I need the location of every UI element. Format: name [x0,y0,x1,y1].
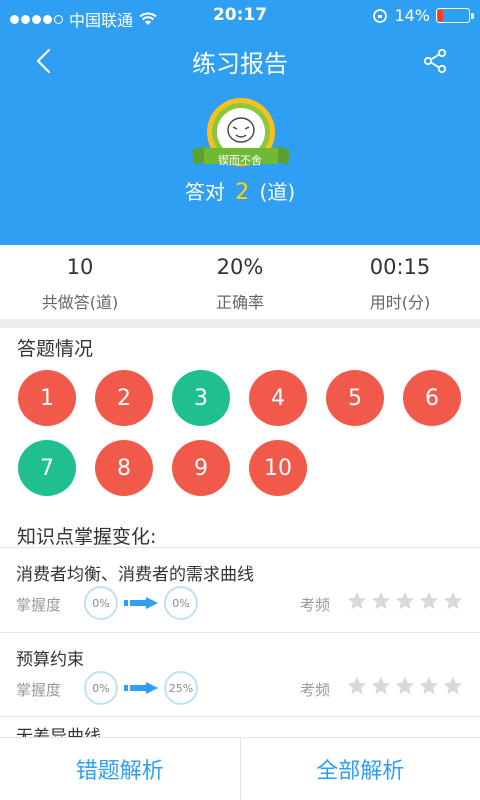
frequency-stars [346,675,464,697]
score-summary: 答对 2 (道) [0,176,480,205]
frequency-label: 考频 [300,596,331,614]
knowledge-point-name: 消费者均衡、消费者的需求曲线 [16,565,254,585]
stat-value: 20% [216,255,264,279]
answer-circle[interactable]: 8 [95,440,153,496]
stat-accuracy: 20% 正确率 [160,245,320,319]
answer-circle[interactable]: 3 [172,370,230,426]
report-header: 中国联通 20:17 14% 练习报告 锲而不舍 答对 2 (道) [0,0,480,245]
answer-circle[interactable]: 2 [95,370,153,426]
stat-label: 用时(分) [369,293,431,312]
knowledge-point-name: 预算约束 [16,650,84,670]
frequency-label: 考频 [300,681,331,699]
answer-circle[interactable]: 7 [18,440,76,496]
answer-circle[interactable]: 5 [326,370,384,426]
frequency-stars [346,590,464,612]
stat-value: 10 [66,255,94,279]
page-title: 练习报告 [192,50,288,78]
star-icon [371,591,391,610]
answers-section-title: 答题情况 [17,338,94,360]
share-icon[interactable] [420,46,450,76]
battery-icon [436,8,474,23]
answer-circle[interactable]: 6 [403,370,461,426]
star-icon [419,591,439,610]
star-icon [347,676,367,695]
score-value: 2 [235,180,250,205]
star-icon [395,676,415,695]
badge-label: 锲而不舍 [218,154,262,167]
answer-circle[interactable]: 10 [249,440,307,496]
mastery-after: 0% [164,586,198,620]
arrow-right-icon [124,682,158,694]
stat-label: 正确率 [215,293,264,312]
mastery-label: 掌握度 [16,681,62,699]
answer-circle[interactable]: 1 [18,370,76,426]
divider [0,716,480,717]
stats-row: 10 共做答(道) 20% 正确率 00:15 用时(分) [0,245,480,319]
mastery-before: 0% [84,586,118,620]
knowledge-section-title: 知识点掌握变化: [17,526,157,548]
arrow-right-icon [124,597,158,609]
divider [0,632,480,633]
answer-circle[interactable]: 9 [172,440,230,496]
status-bar: 中国联通 20:17 14% [0,0,480,32]
all-analysis-button[interactable]: 全部解析 [241,738,480,800]
knowledge-point-row: 掌握度 0% 25% 考频 [0,671,480,705]
mastery-after: 25% [164,671,198,705]
stat-time: 00:15 用时(分) [320,245,480,319]
stat-value: 00:15 [369,255,431,279]
bottom-action-bar: 错题解析 全部解析 [0,737,480,800]
star-icon [443,676,463,695]
star-icon [347,591,367,610]
answer-circle[interactable]: 4 [249,370,307,426]
star-icon [443,591,463,610]
section-divider [0,319,480,328]
stat-label: 共做答(道) [41,293,119,312]
mastery-before: 0% [84,671,118,705]
wrong-analysis-button[interactable]: 错题解析 [0,738,240,800]
star-icon [371,676,391,695]
battery-percent: 14% [394,6,430,25]
stat-total: 10 共做答(道) [0,245,160,319]
mastery-label: 掌握度 [16,596,62,614]
knowledge-point-row: 掌握度 0% 0% 考频 [0,586,480,620]
score-suffix: (道) [259,180,296,204]
score-prefix: 答对 [184,180,225,204]
divider [0,547,480,548]
star-icon [395,591,415,610]
rotation-lock-icon [373,8,388,23]
star-icon [419,676,439,695]
